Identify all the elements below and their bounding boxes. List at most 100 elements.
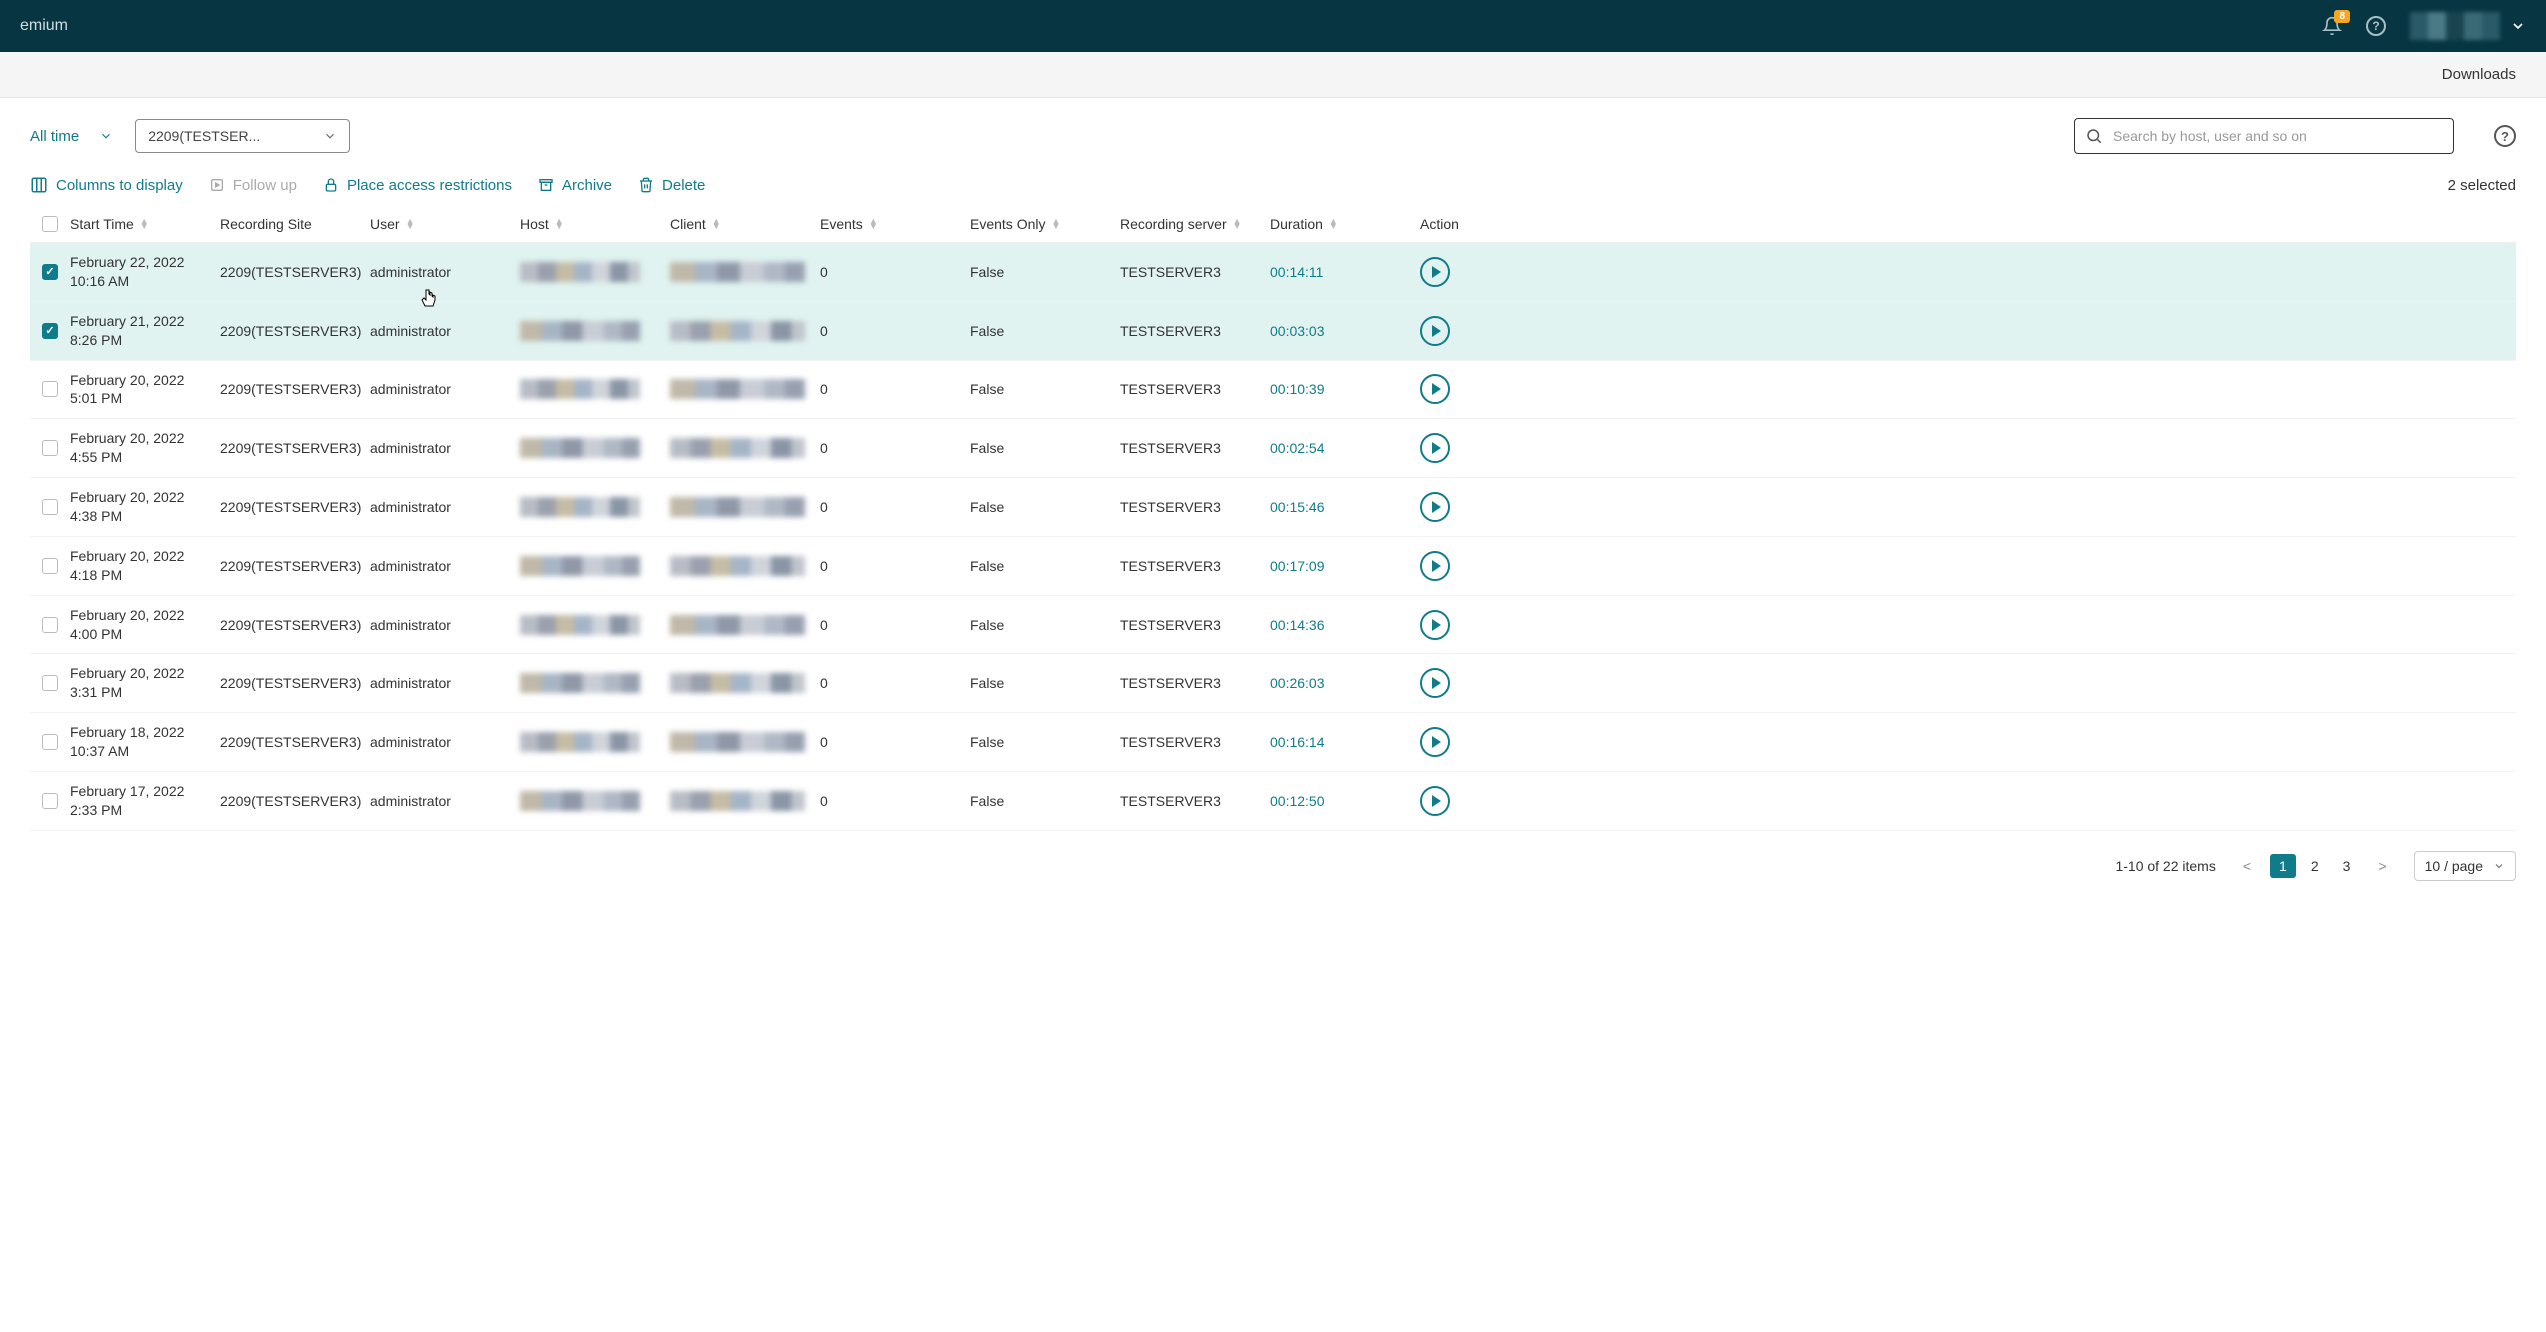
play-button[interactable] bbox=[1420, 668, 1450, 698]
col-header-host[interactable]: Host▲▼ bbox=[520, 216, 670, 232]
cell-recording-server: TESTSERVER3 bbox=[1120, 323, 1270, 339]
col-header-events[interactable]: Events▲▼ bbox=[820, 216, 970, 232]
table-row[interactable]: February 20, 20224:38 PM 2209(TESTSERVER… bbox=[30, 478, 2516, 537]
context-help-icon[interactable]: ? bbox=[2494, 125, 2516, 147]
cell-recording-server: TESTSERVER3 bbox=[1120, 617, 1270, 633]
row-checkbox[interactable] bbox=[42, 617, 58, 633]
cell-duration[interactable]: 00:17:09 bbox=[1270, 558, 1420, 574]
chevron-down-icon bbox=[99, 129, 113, 143]
place-access-restrictions-button[interactable]: Place access restrictions bbox=[323, 177, 512, 194]
col-header-client[interactable]: Client▲▼ bbox=[670, 216, 820, 232]
cell-client bbox=[670, 321, 820, 341]
table-row[interactable]: February 20, 20224:18 PM 2209(TESTSERVER… bbox=[30, 537, 2516, 596]
cell-duration[interactable]: 00:02:54 bbox=[1270, 440, 1420, 456]
pager-page[interactable]: 1 bbox=[2270, 854, 2296, 878]
col-header-start-time[interactable]: Start Time▲▼ bbox=[70, 216, 220, 232]
cell-client bbox=[670, 673, 820, 693]
cell-duration[interactable]: 00:15:46 bbox=[1270, 499, 1420, 515]
cell-recording-server: TESTSERVER3 bbox=[1120, 440, 1270, 456]
cell-host bbox=[520, 732, 670, 752]
cell-client bbox=[670, 438, 820, 458]
play-button[interactable] bbox=[1420, 374, 1450, 404]
play-button[interactable] bbox=[1420, 727, 1450, 757]
col-header-events-only[interactable]: Events Only▲▼ bbox=[970, 216, 1120, 232]
table-row[interactable]: February 20, 20224:00 PM 2209(TESTSERVER… bbox=[30, 596, 2516, 655]
row-checkbox[interactable] bbox=[42, 381, 58, 397]
pager-page[interactable]: 2 bbox=[2302, 854, 2328, 878]
play-button[interactable] bbox=[1420, 433, 1450, 463]
table-row[interactable]: February 18, 202210:37 AM 2209(TESTSERVE… bbox=[30, 713, 2516, 772]
cell-duration[interactable]: 00:03:03 bbox=[1270, 323, 1420, 339]
play-icon bbox=[1432, 736, 1441, 748]
cell-recording-site: 2209(TESTSERVER3) bbox=[220, 499, 370, 515]
row-checkbox[interactable] bbox=[42, 499, 58, 515]
time-range-filter[interactable]: All time bbox=[30, 128, 113, 145]
server-select[interactable]: 2209(TESTSER... bbox=[135, 119, 350, 153]
archive-button[interactable]: Archive bbox=[538, 177, 612, 194]
notifications-button[interactable]: 8 bbox=[2322, 16, 2342, 36]
cell-user: administrator bbox=[370, 264, 520, 280]
select-all-checkbox[interactable] bbox=[42, 216, 58, 232]
cell-duration[interactable]: 00:14:36 bbox=[1270, 617, 1420, 633]
table-row[interactable]: February 17, 20222:33 PM 2209(TESTSERVER… bbox=[30, 772, 2516, 831]
delete-button[interactable]: Delete bbox=[638, 177, 705, 194]
time-range-label: All time bbox=[30, 128, 79, 145]
table-row[interactable]: February 22, 202210:16 AM 2209(TESTSERVE… bbox=[30, 243, 2516, 302]
col-header-duration[interactable]: Duration▲▼ bbox=[1270, 216, 1420, 232]
follow-up-button: Follow up bbox=[209, 177, 297, 194]
pager: < 123 > bbox=[2234, 854, 2396, 878]
cell-recording-site: 2209(TESTSERVER3) bbox=[220, 793, 370, 809]
per-page-select[interactable]: 10 / page bbox=[2414, 851, 2516, 881]
downloads-link[interactable]: Downloads bbox=[2442, 66, 2516, 83]
row-checkbox[interactable] bbox=[42, 793, 58, 809]
table-row[interactable]: February 20, 20223:31 PM 2209(TESTSERVER… bbox=[30, 654, 2516, 713]
cell-duration[interactable]: 00:16:14 bbox=[1270, 734, 1420, 750]
col-header-recording-server[interactable]: Recording server▲▼ bbox=[1120, 216, 1270, 232]
search-input[interactable] bbox=[2113, 128, 2443, 144]
cell-events-only: False bbox=[970, 440, 1120, 456]
cell-start-time: February 20, 20225:01 PM bbox=[70, 371, 220, 409]
row-checkbox[interactable] bbox=[42, 558, 58, 574]
cell-events-only: False bbox=[970, 793, 1120, 809]
user-menu[interactable] bbox=[2410, 12, 2526, 40]
play-button[interactable] bbox=[1420, 257, 1450, 287]
cell-host bbox=[520, 321, 670, 341]
row-checkbox[interactable] bbox=[42, 264, 58, 280]
sub-header: Downloads bbox=[0, 52, 2546, 98]
play-icon bbox=[1432, 560, 1441, 572]
table-row[interactable]: February 21, 20228:26 PM 2209(TESTSERVER… bbox=[30, 302, 2516, 361]
columns-to-display-button[interactable]: Columns to display bbox=[30, 176, 183, 194]
col-header-user[interactable]: User▲▼ bbox=[370, 216, 520, 232]
cell-recording-server: TESTSERVER3 bbox=[1120, 793, 1270, 809]
cell-duration[interactable]: 00:26:03 bbox=[1270, 675, 1420, 691]
cell-duration[interactable]: 00:12:50 bbox=[1270, 793, 1420, 809]
play-icon bbox=[1432, 501, 1441, 513]
table-row[interactable]: February 20, 20225:01 PM 2209(TESTSERVER… bbox=[30, 361, 2516, 420]
pager-next[interactable]: > bbox=[2369, 854, 2395, 878]
cell-duration[interactable]: 00:14:11 bbox=[1270, 264, 1420, 280]
cell-start-time: February 20, 20224:18 PM bbox=[70, 547, 220, 585]
play-icon bbox=[1432, 325, 1441, 337]
cell-user: administrator bbox=[370, 675, 520, 691]
search-icon bbox=[2085, 127, 2103, 145]
cell-duration[interactable]: 00:10:39 bbox=[1270, 381, 1420, 397]
help-icon[interactable]: ? bbox=[2366, 16, 2386, 36]
trash-icon bbox=[638, 177, 654, 193]
row-checkbox[interactable] bbox=[42, 675, 58, 691]
notif-badge: 8 bbox=[2334, 10, 2350, 23]
pager-prev[interactable]: < bbox=[2234, 854, 2260, 878]
cell-events: 0 bbox=[820, 675, 970, 691]
play-button[interactable] bbox=[1420, 786, 1450, 816]
row-checkbox[interactable] bbox=[42, 734, 58, 750]
play-button[interactable] bbox=[1420, 492, 1450, 522]
table-row[interactable]: February 20, 20224:55 PM 2209(TESTSERVER… bbox=[30, 419, 2516, 478]
row-checkbox[interactable] bbox=[42, 323, 58, 339]
row-checkbox[interactable] bbox=[42, 440, 58, 456]
search-box[interactable] bbox=[2074, 118, 2454, 154]
cell-user: administrator bbox=[370, 440, 520, 456]
cell-start-time: February 20, 20224:55 PM bbox=[70, 429, 220, 467]
pager-page[interactable]: 3 bbox=[2334, 854, 2360, 878]
play-button[interactable] bbox=[1420, 610, 1450, 640]
play-button[interactable] bbox=[1420, 551, 1450, 581]
play-button[interactable] bbox=[1420, 316, 1450, 346]
